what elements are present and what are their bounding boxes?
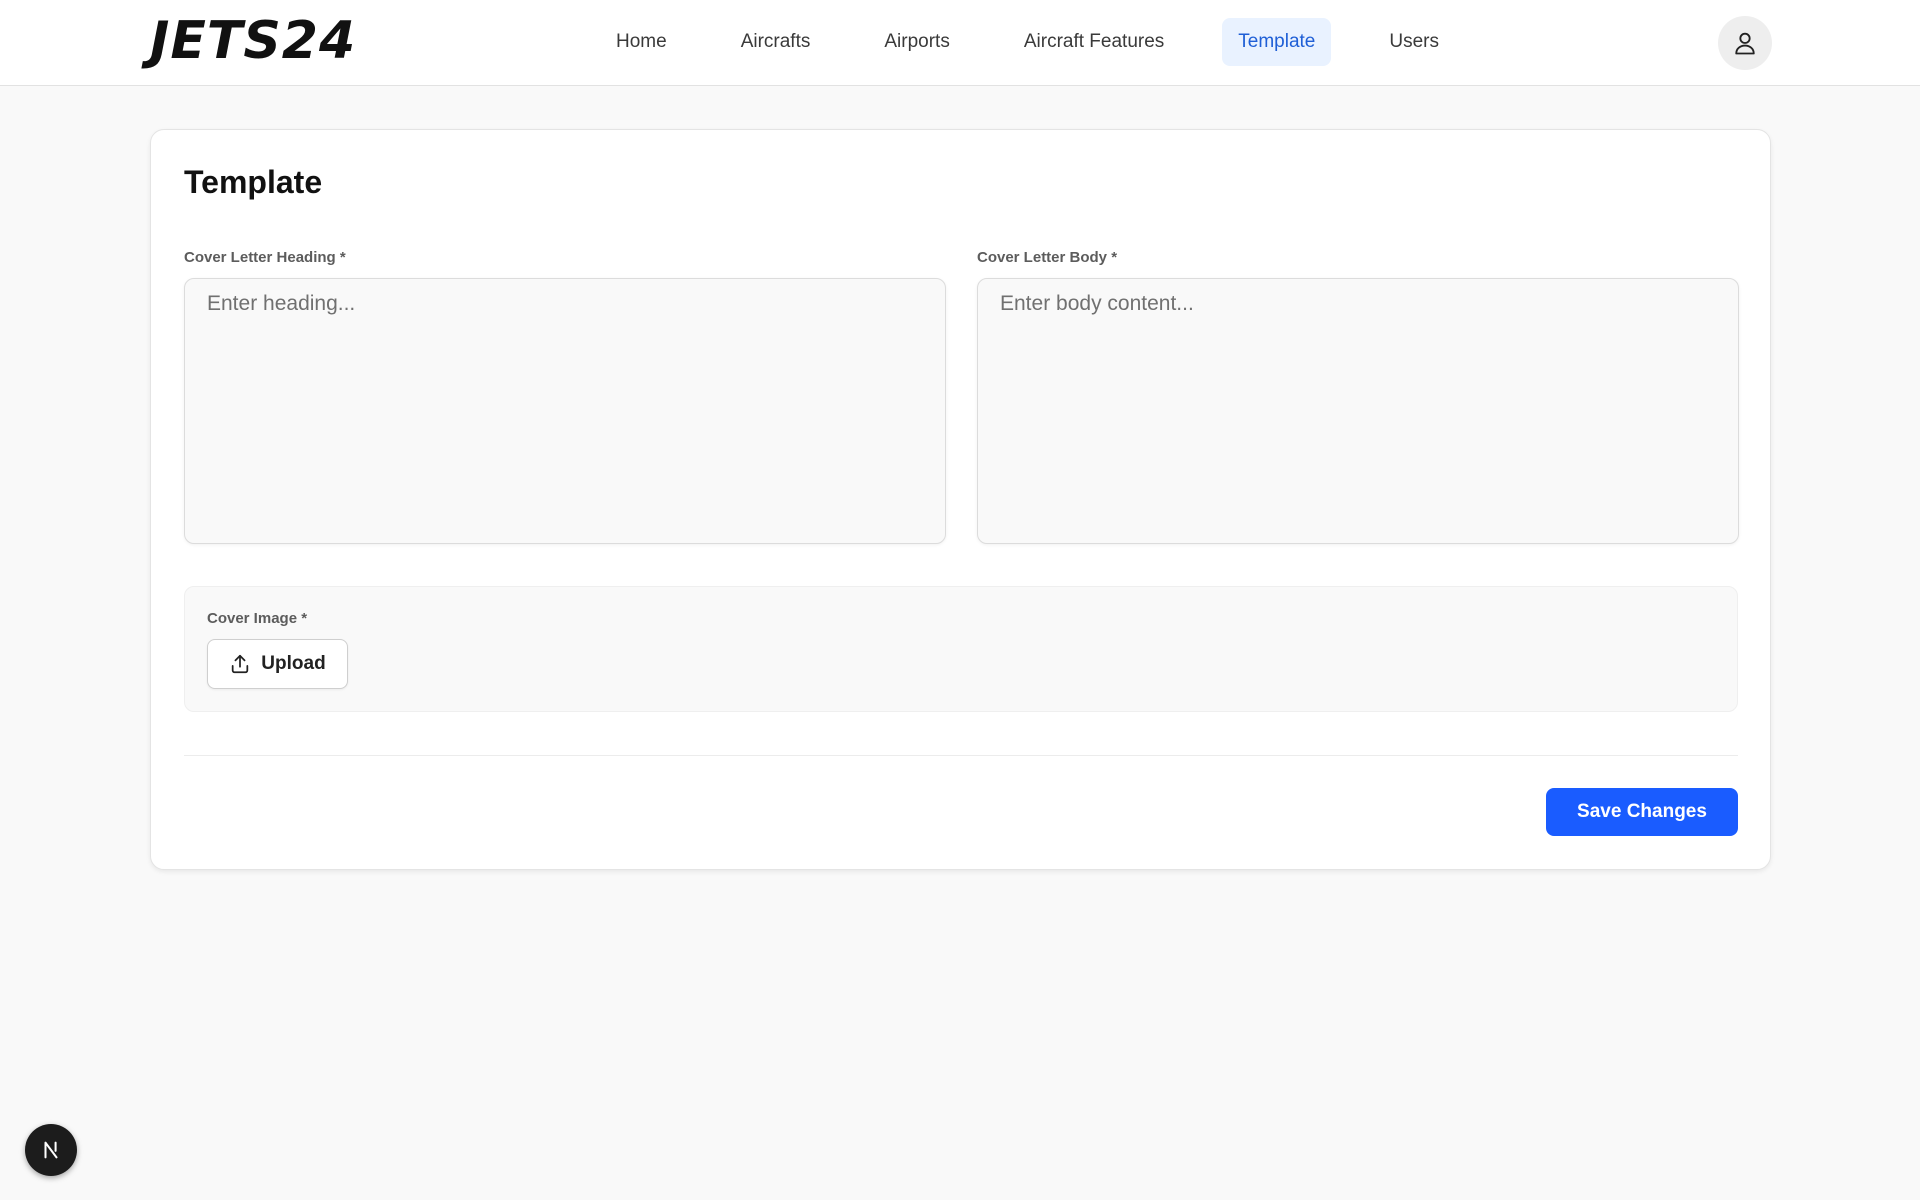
page-title: Template: [184, 164, 323, 200]
save-changes-button[interactable]: Save Changes: [1546, 788, 1738, 836]
cover-letter-heading-label: Cover Letter Heading *: [184, 249, 346, 266]
nextjs-icon: [44, 1141, 58, 1159]
main-nav: Home Aircrafts Airports Aircraft Feature…: [600, 18, 1455, 66]
cover-letter-heading-input[interactable]: [184, 278, 946, 544]
cover-image-panel: Cover Image * Upload: [184, 586, 1738, 712]
form-divider: [184, 755, 1738, 756]
jets24-logo[interactable]: JETS24: [150, 10, 356, 72]
top-navigation-bar: JETS24 Home Aircrafts Airports Aircraft …: [0, 0, 1920, 86]
nav-item-users[interactable]: Users: [1373, 18, 1455, 66]
nav-item-aircrafts[interactable]: Aircrafts: [725, 18, 827, 66]
upload-icon: [232, 654, 249, 674]
cover-letter-body-input[interactable]: [977, 278, 1739, 544]
user-icon: [1735, 32, 1755, 55]
nav-item-airports[interactable]: Airports: [868, 18, 965, 66]
nav-item-template[interactable]: Template: [1222, 18, 1332, 66]
cover-letter-body-label: Cover Letter Body *: [977, 249, 1118, 266]
cover-image-label: Cover Image *: [207, 610, 308, 627]
template-form-card: Template Cover Letter Heading * Cover Le…: [150, 129, 1771, 870]
upload-button[interactable]: Upload: [207, 639, 348, 689]
upload-button-label: Upload: [261, 653, 326, 674]
nav-item-home[interactable]: Home: [600, 18, 683, 66]
user-avatar-button[interactable]: [1718, 16, 1772, 70]
nav-item-aircraft-features[interactable]: Aircraft Features: [1008, 18, 1180, 66]
nextjs-dev-badge[interactable]: [25, 1124, 77, 1176]
